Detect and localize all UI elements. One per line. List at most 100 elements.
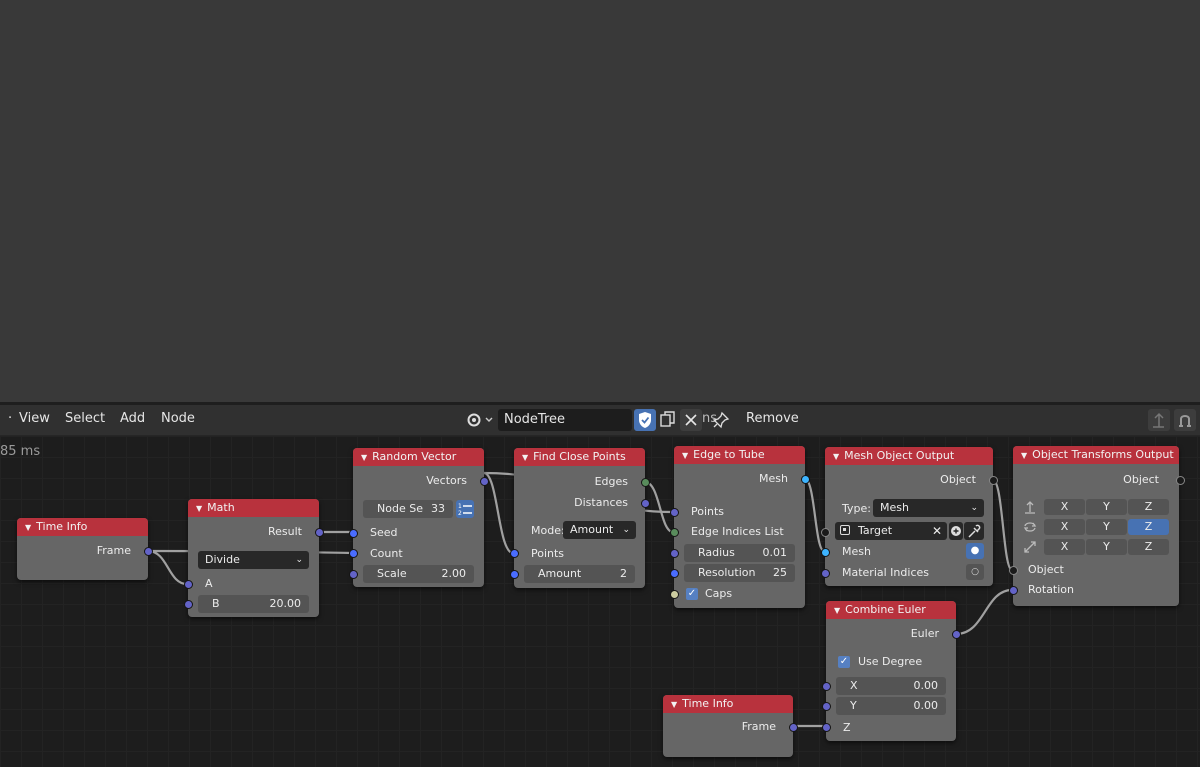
collapse-triangle-icon[interactable]: ▼ [682, 451, 688, 460]
caps-checkbox[interactable]: ✓ [686, 588, 698, 600]
node-find-close-points[interactable]: ▼ Find Close Points Edges Distances Mode:… [510, 448, 650, 588]
input-caps-socket[interactable] [670, 590, 679, 599]
node-seed-field[interactable]: Node Se 33 [363, 500, 453, 518]
rotation-z-toggle[interactable]: Z [1128, 519, 1169, 535]
3d-viewport[interactable] [0, 0, 1200, 402]
remove-button[interactable]: Remove [746, 405, 799, 435]
pin-button[interactable] [712, 411, 730, 429]
node-combine-euler[interactable]: ▼ Combine Euler Euler ✓ Use Degree X 0.00 … [822, 601, 961, 741]
snap-toggle[interactable] [1174, 409, 1196, 431]
node-header[interactable]: ▼ Math [188, 499, 319, 517]
input-seed-socket[interactable] [349, 529, 358, 538]
collapse-triangle-icon[interactable]: ▼ [522, 453, 528, 462]
input-count-socket[interactable] [349, 549, 358, 558]
output-edges-socket[interactable] [641, 478, 650, 487]
seed-list-toggle[interactable]: 1 2 [456, 500, 474, 518]
input-b-socket[interactable] [184, 600, 193, 609]
menu-add[interactable]: Add [120, 405, 145, 435]
input-rotation-socket[interactable] [1009, 586, 1018, 595]
rotation-x-toggle[interactable]: X [1044, 519, 1085, 535]
output-vectors-socket[interactable] [480, 477, 489, 486]
output-frame-socket[interactable] [144, 547, 153, 556]
collapse-triangle-icon[interactable]: ▼ [1021, 451, 1027, 460]
collapse-triangle-icon[interactable]: ▼ [361, 453, 367, 462]
input-material-indices-socket[interactable] [821, 569, 830, 578]
output-distances-socket[interactable] [641, 499, 650, 508]
node-editor-canvas[interactable]: 85 ms ▼ Time Info Frame ▼ Math Result Divi… [0, 436, 1200, 767]
clear-target-icon[interactable]: ✕ [932, 522, 942, 540]
collapse-triangle-icon[interactable]: ▼ [834, 606, 840, 615]
input-resolution-field[interactable]: Resolution 25 [684, 564, 795, 582]
node-header[interactable]: ▼ Combine Euler [826, 601, 956, 619]
new-object-button[interactable] [949, 522, 963, 540]
input-radius-field[interactable]: Radius 0.01 [684, 544, 795, 562]
node-edge-to-tube[interactable]: ▼ Edge to Tube Mesh Points Edge Indices L… [670, 446, 810, 608]
location-y-toggle[interactable]: Y [1086, 499, 1127, 515]
collapse-triangle-icon[interactable]: ▼ [196, 504, 202, 513]
input-edge-indices-socket[interactable] [670, 528, 679, 537]
menu-view[interactable]: View [19, 405, 50, 435]
type-dropdown[interactable]: Mesh ⌄ [873, 499, 984, 517]
input-y-field[interactable]: Y 0.00 [836, 697, 946, 715]
rotation-y-toggle[interactable]: Y [1086, 519, 1127, 535]
node-header[interactable]: ▼ Mesh Object Output [825, 447, 993, 465]
output-object-socket[interactable] [989, 476, 998, 485]
eyedropper-button[interactable] [964, 522, 984, 540]
node-header[interactable]: ▼ Time Info [663, 695, 793, 713]
node-tree-type-dropdown[interactable] [464, 411, 496, 429]
target-object-field[interactable]: Target ✕ [835, 522, 947, 540]
fake-user-button[interactable] [634, 409, 656, 431]
collapse-triangle-icon[interactable]: ▼ [25, 523, 31, 532]
output-frame-socket[interactable] [789, 723, 798, 732]
input-points-socket[interactable] [670, 508, 679, 517]
menu-select[interactable]: Select [65, 405, 105, 435]
input-a-socket[interactable] [184, 580, 193, 589]
input-z-socket[interactable] [822, 723, 831, 732]
location-z-toggle[interactable]: Z [1128, 499, 1169, 515]
input-amount-field[interactable]: Amount 2 [524, 565, 635, 583]
node-mesh-object-output[interactable]: ▼ Mesh Object Output Object Type: Mesh ⌄ T… [821, 447, 998, 586]
input-object-socket[interactable] [1009, 566, 1018, 575]
duplicate-button[interactable] [657, 409, 679, 431]
mode-dropdown[interactable]: Amount ⌄ [563, 521, 636, 539]
node-time-info-2[interactable]: ▼ Time Info Frame [663, 695, 798, 757]
collapse-triangle-icon[interactable]: ▼ [671, 700, 677, 709]
node-header[interactable]: ▼ Object Transforms Output [1013, 446, 1179, 464]
mesh-use-toggle[interactable]: ● [966, 543, 984, 559]
node-math[interactable]: ▼ Math Result Divide ⌄ A B 20.00 [184, 499, 324, 617]
output-result-socket[interactable] [315, 528, 324, 537]
scale-y-toggle[interactable]: Y [1086, 539, 1127, 555]
output-mesh-socket[interactable] [801, 475, 810, 484]
operation-dropdown[interactable]: Divide ⌄ [198, 551, 309, 569]
input-x-socket[interactable] [822, 682, 831, 691]
parent-tree-button[interactable] [1148, 409, 1170, 431]
node-header[interactable]: ▼ Random Vector [353, 448, 484, 466]
input-amount-socket[interactable] [510, 570, 519, 579]
node-header[interactable]: ▼ Edge to Tube [674, 446, 805, 464]
input-mesh-socket[interactable] [821, 548, 830, 557]
collapse-triangle-icon[interactable]: ▼ [833, 452, 839, 461]
input-y-socket[interactable] [822, 702, 831, 711]
node-random-vector[interactable]: ▼ Random Vector Vectors Node Se 33 1 2 See… [349, 448, 489, 587]
node-header[interactable]: ▼ Find Close Points [514, 448, 645, 466]
unlink-button[interactable] [680, 409, 702, 431]
input-x-field[interactable]: X 0.00 [836, 677, 946, 695]
input-scale-field[interactable]: Scale 2.00 [363, 565, 474, 583]
location-x-toggle[interactable]: X [1044, 499, 1085, 515]
input-points-socket[interactable] [510, 549, 519, 558]
input-scale-socket[interactable] [349, 570, 358, 579]
input-resolution-socket[interactable] [670, 569, 679, 578]
node-object-transforms-output[interactable]: ▼ Object Transforms Output Object X Y Z X… [1009, 446, 1185, 606]
input-b-field[interactable]: B 20.00 [198, 595, 309, 613]
scale-x-toggle[interactable]: X [1044, 539, 1085, 555]
output-object-socket[interactable] [1176, 476, 1185, 485]
input-target-socket[interactable] [821, 528, 830, 537]
node-time-info-1[interactable]: ▼ Time Info Frame [17, 518, 153, 580]
node-header[interactable]: ▼ Time Info [17, 518, 148, 536]
node-tree-name-field[interactable]: NodeTree [498, 409, 632, 431]
output-euler-socket[interactable] [952, 630, 961, 639]
use-degree-checkbox[interactable]: ✓ [838, 656, 850, 668]
input-radius-socket[interactable] [670, 549, 679, 558]
material-indices-toggle[interactable]: ○ [966, 564, 984, 580]
scale-z-toggle[interactable]: Z [1128, 539, 1169, 555]
